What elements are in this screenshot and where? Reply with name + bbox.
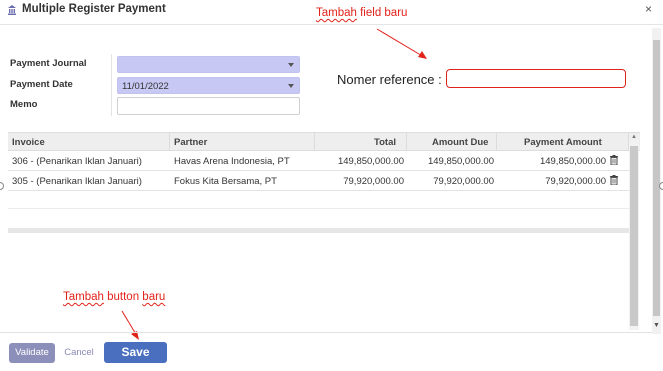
payment-amount-cell[interactable]: 79,920,000.00 bbox=[498, 176, 606, 187]
payment-journal-label: Payment Journal bbox=[10, 58, 87, 69]
validate-button[interactable]: Validate bbox=[9, 343, 55, 363]
table-header: Invoice Partner Total Amount Due Payment… bbox=[8, 132, 640, 151]
page-scrollbar-thumb[interactable] bbox=[653, 40, 660, 316]
caret-down-icon bbox=[288, 63, 294, 67]
close-icon[interactable]: × bbox=[645, 2, 652, 16]
annotation-rest: field baru bbox=[356, 7, 408, 19]
partner-cell: Havas Arena Indonesia, PT bbox=[174, 156, 290, 167]
payment-date-label: Payment Date bbox=[10, 79, 73, 90]
column-separator bbox=[496, 133, 497, 151]
form-separator bbox=[111, 54, 112, 116]
resize-handle-icon[interactable] bbox=[659, 182, 663, 190]
dialog-title: Multiple Register Payment bbox=[22, 3, 166, 15]
save-button[interactable]: Save bbox=[104, 342, 167, 363]
column-partner[interactable]: Partner bbox=[174, 137, 207, 148]
empty-row bbox=[8, 190, 629, 209]
annotation-word: baru bbox=[142, 291, 166, 303]
column-invoice[interactable]: Invoice bbox=[12, 137, 45, 148]
invoice-cell: 305 - (Penarikan Iklan Januari) bbox=[12, 176, 142, 187]
footer-divider bbox=[0, 332, 652, 333]
column-separator bbox=[406, 133, 407, 151]
annotation-new-field: Tambah field baru bbox=[316, 7, 407, 19]
trash-icon[interactable] bbox=[610, 175, 618, 185]
total-cell: 79,920,000.00 bbox=[343, 176, 404, 187]
amount-due-cell: 79,920,000.00 bbox=[433, 176, 494, 187]
column-separator bbox=[169, 133, 170, 151]
annotation-arrow-icon bbox=[121, 310, 139, 340]
caret-down-icon bbox=[288, 84, 294, 88]
memo-label: Memo bbox=[10, 99, 38, 110]
annotation-new-button: Tambah button baru bbox=[63, 291, 165, 303]
annotation-rest: button bbox=[103, 291, 143, 303]
column-total[interactable]: Total bbox=[374, 137, 396, 148]
annotation-word: Tambah bbox=[63, 291, 104, 303]
resize-handle-icon[interactable] bbox=[0, 182, 4, 190]
trash-icon[interactable] bbox=[610, 155, 618, 165]
table-row[interactable]: 305 - (Penarikan Iklan Januari) Fokus Ki… bbox=[8, 171, 629, 191]
table-scrollbar-thumb[interactable] bbox=[630, 146, 638, 326]
memo-input[interactable] bbox=[117, 97, 300, 115]
header-divider bbox=[0, 24, 663, 25]
payment-date-value: 11/01/2022 bbox=[122, 81, 169, 92]
scroll-down-icon[interactable]: ▼ bbox=[653, 322, 660, 329]
total-cell: 149,850,000.00 bbox=[337, 156, 404, 167]
column-payment-amount[interactable]: Payment Amount bbox=[524, 137, 602, 148]
table-row[interactable]: 306 - (Penarikan Iklan Januari) Havas Ar… bbox=[8, 151, 629, 171]
column-amount-due[interactable]: Amount Due bbox=[432, 137, 488, 148]
reference-input[interactable] bbox=[446, 69, 626, 88]
payment-journal-select[interactable] bbox=[117, 56, 300, 73]
table-horizontal-scrollbar[interactable] bbox=[8, 228, 629, 233]
annotation-arrow-icon bbox=[376, 28, 427, 59]
annotation-word: Tambah bbox=[316, 7, 357, 19]
bank-icon bbox=[8, 5, 16, 15]
invoice-cell: 306 - (Penarikan Iklan Januari) bbox=[12, 156, 142, 167]
reference-label: Nomer reference : bbox=[337, 72, 442, 87]
amount-due-cell: 149,850,000.00 bbox=[427, 156, 494, 167]
payment-amount-cell[interactable]: 149,850,000.00 bbox=[498, 156, 606, 167]
cancel-button[interactable]: Cancel bbox=[62, 343, 96, 363]
payment-date-select[interactable]: 11/01/2022 bbox=[117, 77, 300, 94]
partner-cell: Fokus Kita Bersama, PT bbox=[174, 176, 277, 187]
column-separator bbox=[314, 133, 315, 151]
